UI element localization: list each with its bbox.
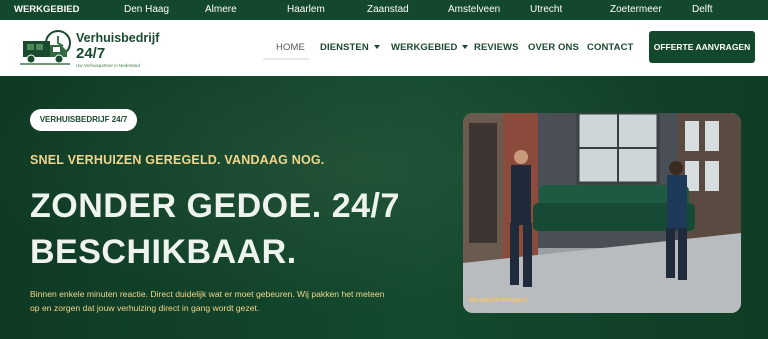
topbar-city-link[interactable]: Den Haag bbox=[124, 4, 169, 15]
werkgebied-label: WERKGEBIED bbox=[14, 4, 80, 15]
hero-section: VERHUISBEDRIJF 24/7 SNEL VERHUIZEN GEREG… bbox=[0, 76, 768, 339]
site-header: Verhuisbedrijf 24/7 Uw Verhuispartner in… bbox=[0, 20, 768, 76]
hero-tagline: SNEL VERHUIZEN GEREGELD. VANDAAG NOG. bbox=[30, 153, 325, 167]
logo-number: 24/7 bbox=[76, 45, 106, 62]
hero-paragraph-line-1: Binnen enkele minuten reactie. Direct du… bbox=[30, 289, 385, 299]
hero-image: Meubeltransport bbox=[463, 113, 741, 313]
topbar-city-link[interactable]: Zaanstad bbox=[367, 4, 409, 15]
nav-over-ons[interactable]: OVER ONS bbox=[528, 42, 579, 53]
logo[interactable]: Verhuisbedrijf 24/7 Uw Verhuispartner in… bbox=[20, 28, 170, 70]
topbar-city-link[interactable]: Zoetermeer bbox=[610, 4, 662, 15]
nav-diensten-label: DIENSTEN bbox=[320, 42, 369, 53]
nav-werkgebied[interactable]: WERKGEBIED bbox=[391, 42, 469, 53]
logo-tagline: Uw Verhuispartner in Nederland bbox=[76, 63, 140, 68]
topbar-city-link[interactable]: Almere bbox=[205, 4, 237, 15]
nav-werkgebied-label: WERKGEBIED bbox=[391, 42, 458, 53]
nav-home[interactable]: HOME bbox=[276, 42, 305, 53]
chevron-down-icon bbox=[373, 45, 380, 50]
topbar-city-link[interactable]: Haarlem bbox=[287, 4, 325, 15]
topbar-city-link[interactable]: Amstelveen bbox=[448, 4, 500, 15]
hero-headline-line-2: BESCHIKBAAR. bbox=[30, 233, 297, 271]
image-caption: Meubeltransport bbox=[469, 295, 528, 304]
moving-truck-icon bbox=[20, 30, 71, 65]
movers-carrying-sofa-illustration bbox=[463, 113, 741, 313]
nav-diensten[interactable]: DIENSTEN bbox=[320, 42, 380, 53]
nav-reviews[interactable]: REVIEWS bbox=[474, 42, 519, 53]
hero-paragraph-line-2: op en zorgen dat jouw verhuizing direct … bbox=[30, 303, 260, 313]
topbar-city-link[interactable]: Utrecht bbox=[530, 4, 562, 15]
hero-badge: VERHUISBEDRIJF 24/7 bbox=[30, 109, 137, 131]
hero-headline-line-1: ZONDER GEDOE. 24/7 bbox=[30, 187, 400, 225]
topbar-city-link[interactable]: Delft bbox=[692, 4, 713, 15]
logo-name: Verhuisbedrijf bbox=[76, 31, 160, 45]
top-bar: WERKGEBIED Den Haag Almere Haarlem Zaans… bbox=[0, 0, 768, 20]
nav-contact[interactable]: CONTACT bbox=[587, 42, 633, 53]
nav-active-indicator bbox=[263, 58, 309, 60]
offerte-aanvragen-button[interactable]: OFFERTE AANVRAGEN bbox=[649, 31, 755, 63]
chevron-down-icon bbox=[462, 45, 469, 50]
